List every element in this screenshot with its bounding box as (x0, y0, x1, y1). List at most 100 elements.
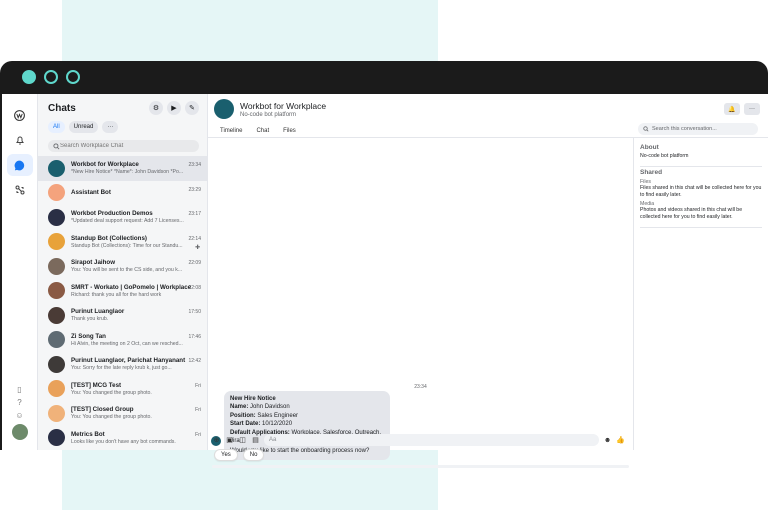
window-controls (22, 70, 80, 84)
tab-timeline[interactable]: Timeline (220, 128, 242, 134)
book-icon[interactable]: ▯ (17, 385, 21, 394)
files-text: Files shared in this chat will be collec… (640, 184, 762, 198)
nav-rail: ▯ ? ☺ (2, 94, 38, 450)
window-control-dot[interactable] (22, 70, 36, 84)
horizontal-scrollbar[interactable] (212, 465, 629, 468)
chat-list-item[interactable]: Assistant Bot 23:29 (38, 181, 207, 206)
video-call-icon[interactable]: ▶ (167, 101, 181, 115)
conversation-search[interactable]: Search this conversation... (638, 123, 758, 135)
about-title: About (640, 144, 659, 151)
conversation-panel: Workbot for Workplace No-code bot platfo… (208, 94, 768, 468)
quick-reply-yes[interactable]: Yes (214, 449, 238, 461)
tab-chat[interactable]: Chat (256, 128, 269, 134)
chat-name: Zi Song Tan (71, 332, 106, 340)
chat-list-item[interactable]: Purinut Luanglaor, Parichat Hanyanant You… (38, 352, 207, 377)
field-value: 10/12/2020 (262, 421, 293, 428)
chat-avatar (48, 159, 65, 177)
chats-title: Chats (48, 102, 76, 114)
bell-icon[interactable] (7, 129, 33, 151)
chat-icon[interactable] (6, 154, 33, 176)
chat-time: 17:46 (188, 333, 201, 340)
help-icon[interactable]: ? (17, 398, 21, 407)
chat-name: Purinut Luanglaor, Parichat Hanyanant (71, 357, 186, 365)
plus-icon[interactable]: ⊕ (212, 436, 221, 445)
message-input-placeholder: Aa (269, 437, 277, 443)
conversation-search-placeholder: Search this conversation... (652, 126, 717, 132)
settings-gear-icon[interactable]: ⚙ (149, 101, 163, 115)
field-value: Sales Engineer (257, 412, 299, 419)
image-icon[interactable]: ▣ (225, 436, 234, 445)
filter-all[interactable]: All (48, 121, 65, 133)
gif-icon[interactable]: ▤ (251, 436, 260, 445)
thumbs-up-icon[interactable]: 👍 (616, 436, 625, 445)
chat-time: 22:14 (188, 235, 201, 242)
compose-icon[interactable]: ✎ (185, 101, 199, 115)
message-thread: 23:34 New Hire Notice Name: John Davidso… (208, 138, 634, 468)
conversation-header: Workbot for Workplace No-code bot platfo… (208, 94, 768, 124)
chat-name: Workbot for Workplace (71, 161, 139, 169)
chat-avatar (48, 282, 65, 300)
user-avatar[interactable] (11, 424, 28, 440)
window-control-dot[interactable] (44, 70, 58, 84)
workbot-avatar[interactable] (214, 99, 234, 119)
more-options-button[interactable]: ··· (744, 103, 760, 115)
tab-files[interactable]: Files (283, 128, 296, 134)
chat-time: 23:34 (188, 162, 201, 168)
composer: ⊕ ▣ ◫ ▤ Aa ☻ 👍 (212, 433, 629, 447)
filter-more-button[interactable]: ··· (102, 121, 119, 133)
chat-time: 23:17 (188, 211, 201, 217)
chat-search (48, 140, 199, 152)
chat-name: Assistant Bot (71, 188, 111, 196)
chat-list-item[interactable]: Workbot for Workplace *New Hire Notice* *… (38, 156, 207, 181)
chat-list-item[interactable]: SMRT - Workato | GoPomelo | Workplace Ric… (38, 279, 207, 304)
chat-name: Metrics Bot (71, 430, 105, 438)
about-text: No-code bot platform (640, 153, 689, 159)
search-input[interactable] (60, 143, 190, 149)
emoji-icon[interactable]: ☻ (603, 436, 612, 445)
chat-preview: Thank you krub. (71, 316, 109, 323)
workplace-chat-app: ▯ ? ☺ Chats ⚙ ▶ ✎ All Unread ··· Workbot… (2, 94, 768, 468)
media-text: Photos and videos shared in this chat wi… (640, 207, 743, 220)
pin-icon: ✚ (194, 244, 200, 251)
chat-list: Workbot for Workplace *New Hire Notice* *… (38, 156, 207, 450)
chat-avatar (48, 380, 65, 398)
chat-time: 23:29 (188, 186, 201, 193)
chat-list-panel: Chats ⚙ ▶ ✎ All Unread ··· Workbot for W… (38, 94, 208, 450)
chat-list-item[interactable]: Standup Bot (Collections) Standup Bot (Co… (38, 230, 207, 255)
integrations-icon[interactable] (7, 179, 33, 201)
chat-list-item[interactable]: [TEST] MCG Test You: You changed the grou… (38, 377, 207, 402)
chat-avatar (48, 355, 65, 373)
conversation-tabs: Timeline Chat Files Search this conversa… (208, 123, 768, 138)
chat-list-item[interactable]: [TEST] Closed Group You: You changed the … (38, 401, 207, 426)
conversation-title[interactable]: Workbot for Workplace (240, 101, 326, 111)
bell-icon[interactable]: 🔔 (724, 103, 740, 115)
chat-avatar (48, 208, 65, 226)
chat-list-item[interactable]: Purinut Luanglaor Thank you krub. 17:50 (38, 303, 207, 328)
field-label: Name (230, 404, 247, 411)
quick-replies: Yes No (214, 449, 265, 461)
message-input[interactable]: Aa (264, 434, 599, 446)
chat-name: Sirapot Jaihow (71, 259, 116, 267)
chat-preview: Looks like you don't have any bot comman… (71, 438, 176, 445)
about-panel: About No-code bot platform Shared Files … (634, 138, 768, 450)
chat-list-item[interactable]: Zi Song Tan Hi Alvin, the meeting on 2 Oc… (38, 328, 207, 353)
sticker-icon[interactable]: ◫ (238, 436, 247, 445)
quick-reply-no[interactable]: No (242, 449, 265, 461)
chat-preview: *Updated deal support request: Add 7 Lic… (71, 218, 184, 225)
chat-avatar (48, 233, 65, 251)
chat-preview: Hi Alvin, the meeting on 2 Oct, can we r… (71, 340, 183, 347)
chat-preview: You: You changed the group photo. (71, 389, 152, 396)
filter-unread[interactable]: Unread (68, 121, 99, 133)
chat-time: Fri (195, 382, 201, 389)
smile-icon[interactable]: ☺ (15, 411, 23, 420)
message-timestamp: 23:34 (414, 384, 427, 390)
chat-time: Fri (195, 407, 201, 413)
chat-list-item[interactable]: Metrics Bot Looks like you don't have any… (38, 426, 207, 451)
chat-list-item[interactable]: Workbot Production Demos *Updated deal su… (38, 205, 207, 230)
window-control-dot[interactable] (66, 70, 80, 84)
chat-list-item[interactable]: Sirapot Jaihow You: You will be sent to t… (38, 254, 207, 279)
chat-preview: You: You changed the group photo. (71, 414, 152, 421)
workplace-logo-icon[interactable] (7, 104, 33, 126)
search-icon (53, 142, 60, 149)
conversation-subtitle: No-code bot platform (240, 111, 297, 118)
